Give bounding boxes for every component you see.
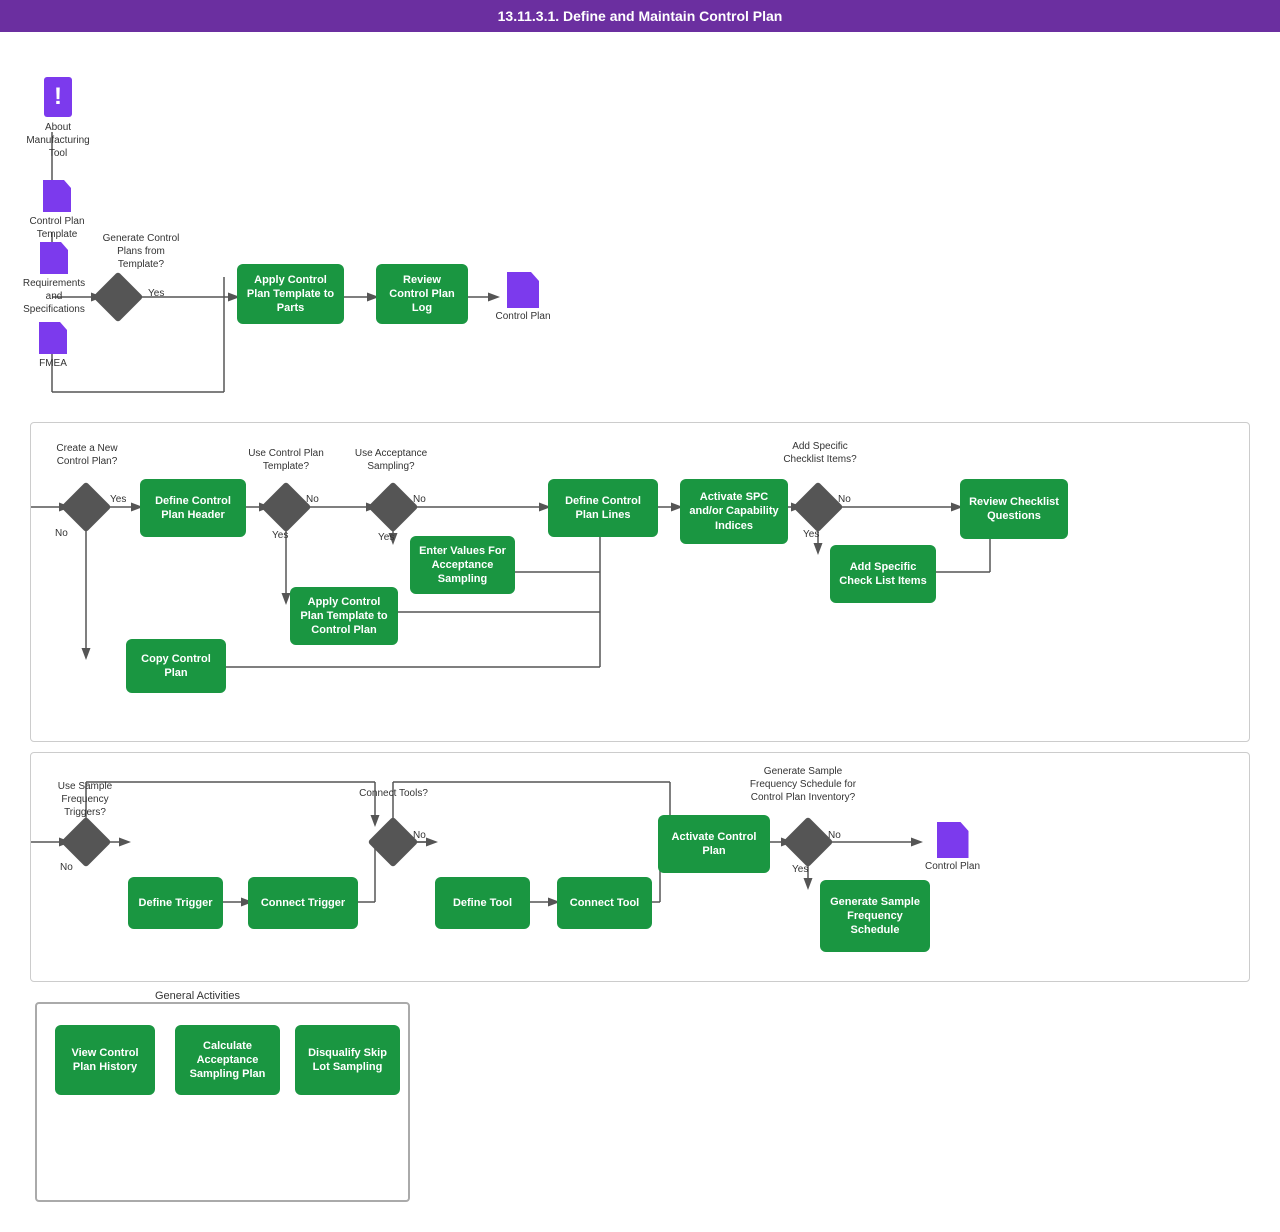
yes-label-1: Yes: [148, 288, 164, 299]
yes-label-6: Yes: [792, 864, 808, 875]
generate-sample-box[interactable]: Generate Sample Frequency Schedule: [820, 880, 930, 952]
calculate-acceptance-box[interactable]: Calculate Acceptance Sampling Plan: [175, 1025, 280, 1095]
add-checklist-items-box[interactable]: Add Specific Check List Items: [830, 545, 936, 603]
about-manufacturing-label: About Manufacturing Tool: [26, 121, 89, 160]
control-plan-doc1-label: Control Plan: [495, 311, 550, 322]
yes-label-2: Yes: [110, 494, 126, 505]
connect-tools-label: Connect Tools?: [356, 787, 431, 800]
add-checklist-label: Add Specific Checklist Items?: [775, 440, 865, 466]
control-plan-template-label: Control Plan Template: [22, 215, 92, 241]
define-cp-header-box[interactable]: Define Control Plan Header: [140, 479, 246, 537]
create-new-label: Create a New Control Plan?: [42, 442, 132, 468]
no-label-6: No: [828, 830, 841, 841]
generate-from-template-diamond: [93, 272, 144, 323]
define-trigger-box[interactable]: Define Trigger: [128, 877, 223, 929]
disqualify-skip-box[interactable]: Disqualify Skip Lot Sampling: [295, 1025, 400, 1095]
define-cp-lines-box[interactable]: Define Control Plan Lines: [548, 479, 658, 537]
general-activities-label: General Activities: [155, 990, 240, 1002]
activate-spc-box[interactable]: Activate SPC and/or Capability Indices: [680, 479, 788, 544]
use-acceptance-label: Use Acceptance Sampling?: [352, 447, 430, 473]
yes-label-4: Yes: [272, 530, 288, 541]
control-plan-doc1: Control Plan: [493, 272, 553, 322]
diagram-area: ! About Manufacturing Tool Control Plan …: [0, 32, 1280, 1192]
no-label-2: No: [413, 494, 426, 505]
apply-cp-template-cp-box[interactable]: Apply Control Plan Template to Control P…: [290, 587, 398, 645]
use-sample-triggers-label: Use Sample Frequency Triggers?: [40, 780, 130, 819]
generate-sample-label: Generate Sample Frequency Schedule for C…: [748, 765, 858, 804]
no-label-3: No: [838, 494, 851, 505]
no-label-copy: No: [55, 528, 68, 539]
title-bar: 13.11.3.1. Define and Maintain Control P…: [0, 0, 1280, 32]
activate-cp-box[interactable]: Activate Control Plan: [658, 815, 770, 873]
about-manufacturing-tool-icon: ! About Manufacturing Tool: [28, 77, 88, 160]
section3-border: [30, 752, 1250, 982]
control-plan-doc2-label: Control Plan: [925, 861, 980, 872]
fmea-label: FMEA: [39, 357, 67, 370]
connect-tool-box[interactable]: Connect Tool: [557, 877, 652, 929]
yes-label-5: Yes: [803, 529, 819, 540]
view-cp-history-box[interactable]: View Control Plan History: [55, 1025, 155, 1095]
define-tool-box[interactable]: Define Tool: [435, 877, 530, 929]
requirements-label: Requirements and Specifications: [14, 277, 94, 316]
control-plan-template-icon: Control Plan Template: [22, 180, 92, 241]
apply-cp-template-parts-box[interactable]: Apply Control Plan Template to Parts: [237, 264, 344, 324]
no-label-5: No: [413, 830, 426, 841]
yes-label-3: Yes: [378, 532, 394, 543]
generate-from-template-label: Generate Control Plans from Template?: [96, 232, 186, 271]
requirements-specifications-icon: Requirements and Specifications: [14, 242, 94, 316]
review-checklist-box[interactable]: Review Checklist Questions: [960, 479, 1068, 539]
review-cp-log-box[interactable]: Review Control Plan Log: [376, 264, 468, 324]
connect-trigger-box[interactable]: Connect Trigger: [248, 877, 358, 929]
use-cp-template-label: Use Control Plan Template?: [246, 447, 326, 473]
page-title: 13.11.3.1. Define and Maintain Control P…: [498, 8, 783, 24]
fmea-icon: FMEA: [28, 322, 78, 370]
no-label-4: No: [60, 862, 73, 873]
enter-acceptance-box[interactable]: Enter Values For Acceptance Sampling: [410, 536, 515, 594]
no-label-1: No: [306, 494, 319, 505]
control-plan-doc2: Control Plan: [920, 822, 985, 872]
section2-border: [30, 422, 1250, 742]
copy-cp-box[interactable]: Copy Control Plan: [126, 639, 226, 693]
